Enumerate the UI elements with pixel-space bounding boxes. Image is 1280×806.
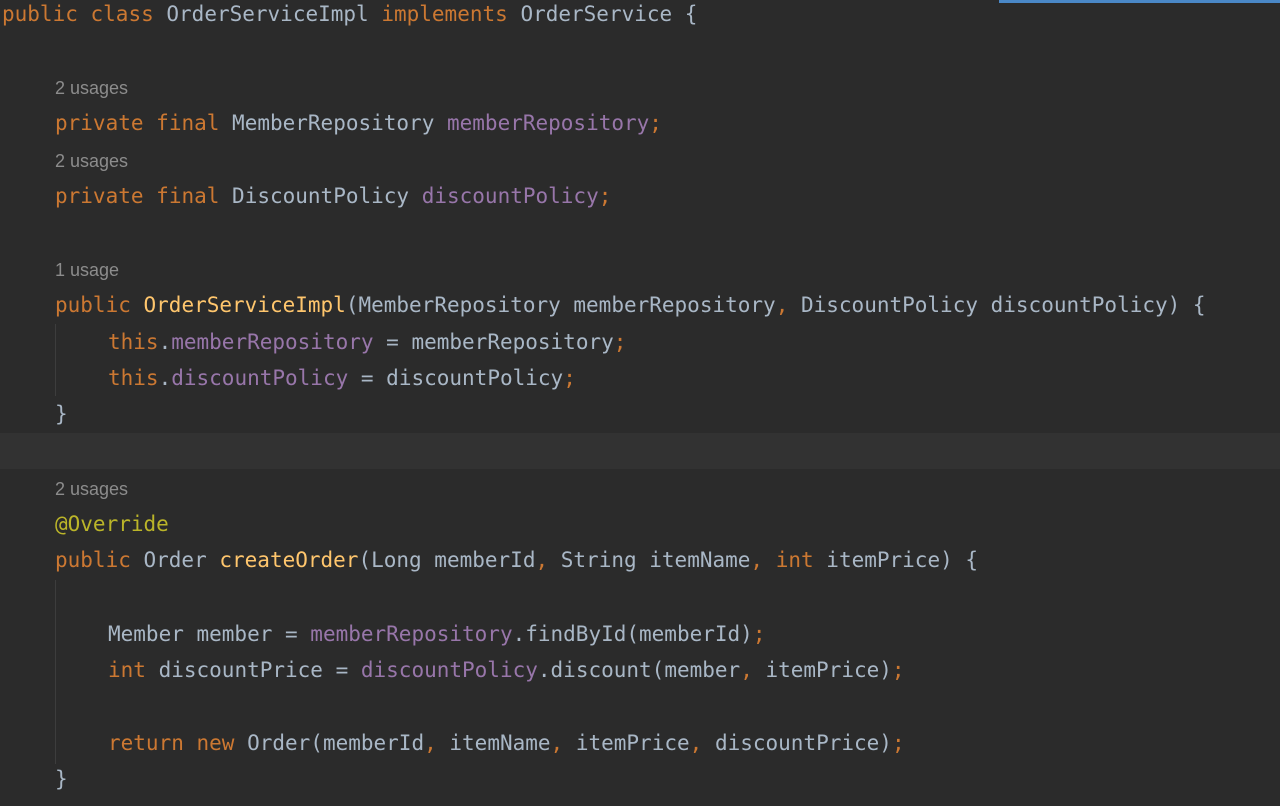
semicolon: ; — [891, 658, 905, 682]
argument: itemPrice) — [752, 658, 892, 682]
type-name: MemberRepository — [232, 111, 435, 135]
code-line-discount-policy-field[interactable]: private final DiscountPolicy discountPol… — [55, 178, 611, 214]
code-line-assign-discount-policy[interactable]: this.discountPolicy = discountPolicy; — [108, 360, 576, 396]
usages-hint[interactable]: 2 usages — [55, 146, 128, 176]
field-name: discountPolicy — [360, 658, 538, 682]
code-line-close-brace[interactable]: } — [55, 761, 68, 797]
comma: , — [689, 731, 703, 755]
constructor-call: Order(memberId — [234, 731, 425, 755]
code-line-find-member[interactable]: Member member = memberRepository.findByI… — [108, 616, 765, 652]
semicolon: ; — [613, 330, 627, 354]
code-line-member-repository-field[interactable]: private final MemberRepository memberRep… — [55, 105, 662, 141]
code-line-class-declaration[interactable]: public class OrderServiceImpl implements… — [2, 0, 697, 32]
code-line-close-brace[interactable]: } — [55, 396, 68, 432]
field-name: discountPolicy — [421, 184, 599, 208]
keyword-public: public — [55, 548, 131, 572]
comma: , — [535, 548, 549, 572]
comma: , — [740, 658, 753, 682]
argument: itemPrice — [563, 731, 690, 755]
code-line-assign-member-repository[interactable]: this.memberRepository = memberRepository… — [108, 324, 626, 360]
dot: . — [158, 330, 172, 354]
interface-name: OrderService — [520, 2, 673, 26]
parameter-list: (MemberRepository memberRepository — [345, 293, 776, 317]
usages-hint[interactable]: 1 usage — [55, 255, 119, 285]
field-name: memberRepository — [171, 330, 374, 354]
keyword-return: return — [108, 731, 184, 755]
variable-declaration: discountPrice = — [145, 658, 361, 682]
code-line-create-order-signature[interactable]: public Order createOrder(Long memberId, … — [55, 542, 978, 578]
parameter: itemPrice) { — [813, 548, 979, 572]
field-name: memberRepository — [310, 622, 513, 646]
code-line-constructor[interactable]: public OrderServiceImpl(MemberRepository… — [55, 287, 1206, 323]
method-name: createOrder — [219, 548, 359, 572]
usages-hint[interactable]: 2 usages — [55, 474, 128, 504]
parameter: String itemName — [548, 548, 751, 572]
keyword-implements: implements — [381, 2, 508, 26]
return-type: Order — [130, 548, 220, 572]
comma: , — [424, 731, 437, 755]
class-name: OrderServiceImpl — [166, 2, 369, 26]
keyword-this: this — [108, 330, 159, 354]
code-line-discount-price[interactable]: int discountPrice = discountPolicy.disco… — [108, 652, 905, 688]
semicolon: ; — [649, 111, 662, 135]
comma: , — [750, 548, 764, 572]
method-call: .discount(member — [537, 658, 741, 682]
argument: itemName — [436, 731, 551, 755]
comma: , — [550, 731, 564, 755]
keyword-private: private — [55, 111, 144, 135]
variable-declaration: Member member = — [108, 622, 311, 646]
code-editor[interactable]: public class OrderServiceImpl implements… — [0, 0, 1280, 806]
keyword-int: int — [108, 658, 146, 682]
dot: . — [158, 366, 172, 390]
keyword-public: public — [2, 2, 78, 26]
keyword-public: public — [55, 293, 131, 317]
open-brace: { — [672, 2, 698, 26]
indent-guide — [55, 580, 56, 764]
semicolon: ; — [598, 184, 612, 208]
field-name: memberRepository — [447, 111, 650, 135]
semicolon: ; — [752, 622, 766, 646]
code-line-override-annotation[interactable]: @Override — [55, 506, 169, 542]
parameter-list-rest: DiscountPolicy discountPolicy) { — [788, 293, 1206, 317]
scroll-indicator — [999, 0, 1280, 3]
current-line-highlight — [0, 433, 1280, 469]
keyword-final: final — [156, 184, 220, 208]
keyword-class: class — [90, 2, 154, 26]
keyword-this: this — [108, 366, 159, 390]
keyword-final: final — [156, 111, 220, 135]
constructor-name: OrderServiceImpl — [143, 293, 346, 317]
keyword-int: int — [763, 548, 814, 572]
assignment-value: = memberRepository — [373, 330, 614, 354]
method-call: .findById(memberId) — [512, 622, 753, 646]
keyword-private: private — [55, 184, 144, 208]
parameter: (Long memberId — [358, 548, 536, 572]
comma: , — [775, 293, 789, 317]
type-name: DiscountPolicy — [232, 184, 410, 208]
usages-hint[interactable]: 2 usages — [55, 73, 128, 103]
code-line-return-order[interactable]: return new Order(memberId, itemName, ite… — [108, 725, 905, 761]
assignment-value: = discountPolicy — [348, 366, 564, 390]
field-name: discountPolicy — [171, 366, 349, 390]
argument: discountPrice) — [702, 731, 892, 755]
keyword-new: new — [183, 731, 235, 755]
semicolon: ; — [563, 366, 576, 390]
indent-guide — [55, 324, 56, 396]
semicolon: ; — [891, 731, 905, 755]
